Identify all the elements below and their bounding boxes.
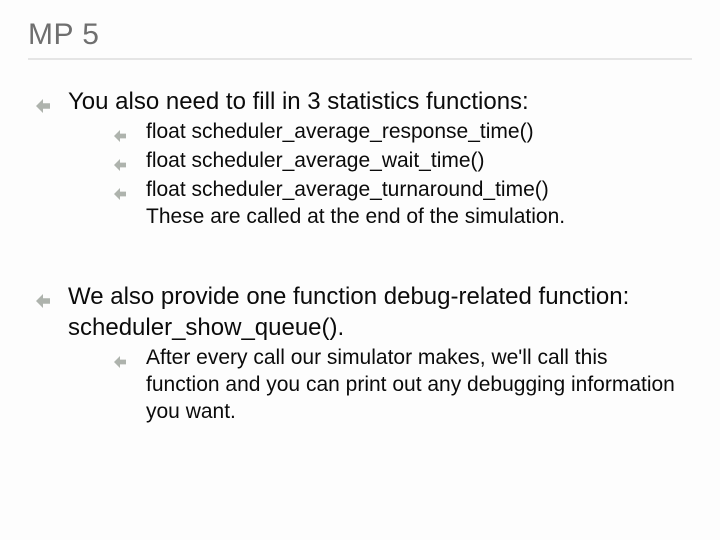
bullet-text: float scheduler_average_wait_time() bbox=[146, 149, 485, 172]
bullet-list-level2: After every call our simulator makes, we… bbox=[114, 345, 680, 426]
slide-content: You also need to fill in 3 statistics fu… bbox=[28, 86, 692, 426]
bullet-item: float scheduler_average_response_time() bbox=[114, 119, 680, 146]
bullet-item: You also need to fill in 3 statistics fu… bbox=[36, 86, 680, 231]
bullet-list-level1: You also need to fill in 3 statistics fu… bbox=[36, 86, 680, 231]
bullet-marker-icon bbox=[36, 294, 50, 308]
bullet-marker-icon bbox=[36, 99, 50, 113]
bullet-text: You also need to fill in 3 statistics fu… bbox=[68, 88, 529, 115]
bullet-marker-icon bbox=[114, 188, 126, 200]
slide-title: MP 5 bbox=[28, 18, 692, 52]
bullet-item: float scheduler_average_turnaround_time(… bbox=[114, 177, 680, 231]
bullet-text: float scheduler_average_turnaround_time(… bbox=[146, 178, 549, 201]
bullet-list-level2: float scheduler_average_response_time() … bbox=[114, 119, 680, 231]
bullet-marker-icon bbox=[114, 356, 126, 368]
bullet-marker-icon bbox=[114, 159, 126, 171]
bullet-list-level1: We also provide one function debug-relat… bbox=[36, 281, 680, 426]
bullet-text: float scheduler_average_response_time() bbox=[146, 120, 534, 143]
bullet-continuation: These are called at the end of the simul… bbox=[146, 204, 680, 231]
spacer bbox=[36, 241, 680, 271]
bullet-text: We also provide one function debug-relat… bbox=[68, 283, 629, 341]
slide: MP 5 You also need to fill in 3 statisti… bbox=[0, 0, 720, 540]
bullet-item: float scheduler_average_wait_time() bbox=[114, 148, 680, 175]
bullet-marker-icon bbox=[114, 130, 126, 142]
bullet-item: We also provide one function debug-relat… bbox=[36, 281, 680, 426]
bullet-item: After every call our simulator makes, we… bbox=[114, 345, 680, 426]
title-block: MP 5 bbox=[28, 18, 692, 60]
bullet-text: After every call our simulator makes, we… bbox=[146, 346, 675, 423]
